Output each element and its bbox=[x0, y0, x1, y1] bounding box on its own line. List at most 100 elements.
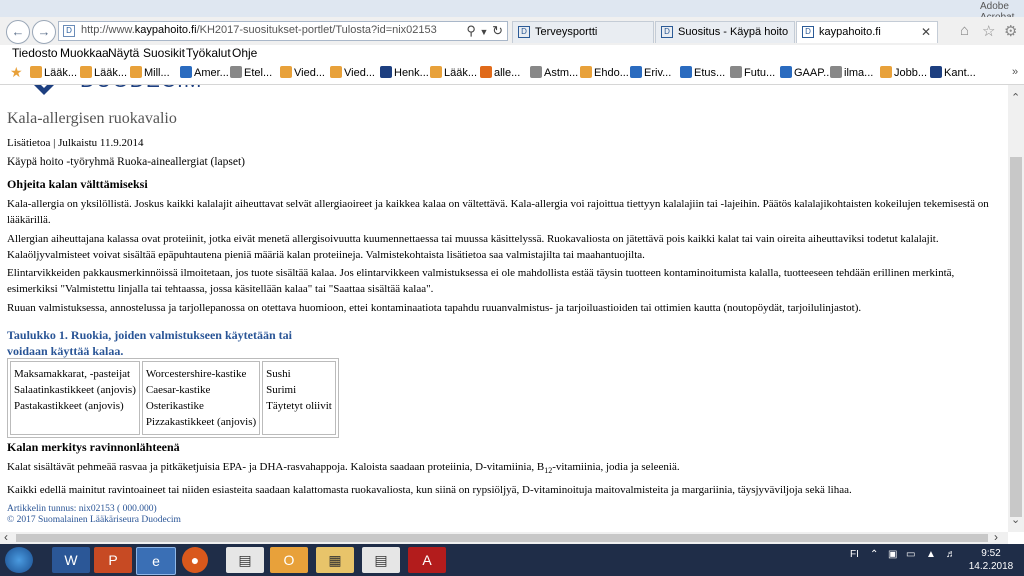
dropdown-arrow-icon[interactable]: ▼ bbox=[480, 27, 489, 37]
table-cell-item: Caesar-kastike bbox=[145, 384, 211, 396]
settings-gear-icon[interactable]: ⚙ bbox=[1004, 22, 1017, 40]
outlook-app-icon[interactable]: O bbox=[270, 547, 308, 573]
menu-favorites[interactable]: Suosikit bbox=[143, 46, 185, 60]
close-tab-icon[interactable]: ✕ bbox=[921, 25, 931, 39]
favorite-item[interactable]: Lääk... bbox=[30, 66, 77, 79]
back-button[interactable]: ← bbox=[6, 20, 30, 44]
word-app-icon[interactable]: W bbox=[52, 547, 90, 573]
address-url: http://www.kaypahoito.fi/KH2017-suosituk… bbox=[81, 24, 437, 36]
favorite-item[interactable]: Lääk... bbox=[80, 66, 127, 79]
tab-favicon-icon: D bbox=[518, 26, 530, 38]
favorites-overflow-icon[interactable]: » bbox=[1012, 66, 1018, 78]
table-cell-item: Täytetyt oliivit bbox=[266, 400, 332, 412]
tab-kaypahoito[interactable]: D kaypahoito.fi ✕ bbox=[796, 21, 938, 43]
table-cell-item: Surimi bbox=[266, 384, 297, 396]
favorite-site-icon bbox=[180, 66, 192, 78]
volume-icon[interactable]: ♬ bbox=[946, 549, 956, 560]
favorite-label: Futu... bbox=[744, 67, 776, 79]
favorite-item[interactable]: Eriv... bbox=[630, 66, 671, 79]
favorite-item[interactable]: ilma... bbox=[830, 66, 873, 79]
file-explorer-app-icon[interactable]: ▦ bbox=[316, 547, 354, 573]
menu-bar: Tiedosto Muokkaa Näytä Suosikit Työkalut… bbox=[0, 45, 1024, 63]
favorite-label: Lääk... bbox=[44, 67, 78, 79]
favorite-item[interactable]: Kant... bbox=[930, 66, 976, 79]
firefox-app-icon[interactable]: ● bbox=[182, 547, 208, 573]
favorite-item[interactable]: Ehdo... bbox=[580, 66, 629, 79]
menu-file[interactable]: Tiedosto bbox=[12, 46, 58, 60]
network-icon[interactable]: ▲ bbox=[926, 549, 936, 560]
copyright: © 2017 Suomalainen Lääkäriseura Duodecim bbox=[7, 515, 181, 525]
add-favorite-star-icon[interactable]: ★ bbox=[10, 64, 23, 81]
scroll-down-icon[interactable]: ⌄ bbox=[1011, 513, 1020, 526]
scroll-up-icon[interactable]: ⌃ bbox=[1011, 91, 1020, 104]
tab-favicon-icon: D bbox=[802, 26, 814, 38]
refresh-icon[interactable]: ↻ bbox=[492, 23, 503, 38]
fish-foods-table: Maksamakkarat, -pasteijat Salaatinkastikk… bbox=[7, 358, 339, 438]
section-heading-nutrition: Kalan merkitys ravinnonlähteenä bbox=[7, 440, 180, 454]
paragraph-4: Ruuan valmistuksessa, annostelussa ja ta… bbox=[7, 302, 862, 314]
table-cell-item: Maksamakkarat, -pasteijat bbox=[14, 368, 131, 380]
show-hidden-icons-icon[interactable]: ⌃ bbox=[870, 549, 878, 560]
favorite-item[interactable]: Vied... bbox=[330, 66, 375, 79]
working-group: Käypä hoito -työryhmä Ruoka-aineallergia… bbox=[7, 156, 246, 168]
favorites-star-icon[interactable]: ☆ bbox=[982, 22, 995, 40]
menu-view[interactable]: Näytä bbox=[108, 46, 139, 60]
table-cell-item: Pastakastikkeet (anjovis) bbox=[14, 400, 124, 412]
favorite-label: Etus... bbox=[694, 67, 726, 79]
favorite-item[interactable]: alle... bbox=[480, 66, 520, 79]
notepad-app-icon[interactable]: ▤ bbox=[362, 547, 400, 573]
favorite-site-icon bbox=[130, 66, 142, 78]
horizontal-scroll-thumb[interactable] bbox=[16, 534, 988, 542]
favorite-item[interactable]: GAAP... bbox=[780, 66, 832, 79]
favorite-item[interactable]: Henk... bbox=[380, 66, 429, 79]
forward-button[interactable]: → bbox=[32, 20, 56, 44]
documents-app-icon[interactable]: ▤ bbox=[226, 547, 264, 573]
more-info-link[interactable]: Lisätietoa | Julkaistu 11.9.2014 bbox=[7, 137, 144, 149]
favorite-site-icon bbox=[330, 66, 342, 78]
scroll-right-icon[interactable]: › bbox=[994, 530, 998, 544]
favorite-label: Mill... bbox=[144, 67, 170, 79]
table-cell: Maksamakkarat, -pasteijat Salaatinkastikk… bbox=[10, 361, 140, 435]
favorite-label: ilma... bbox=[844, 67, 874, 79]
favorite-item[interactable]: Jobb... bbox=[880, 66, 927, 79]
favorites-bar: ★ Lääk... Lääk... Mill... Amer... Etel... Vie… bbox=[0, 63, 1024, 85]
tray-app-icon[interactable]: ▣ bbox=[888, 549, 897, 560]
menu-edit[interactable]: Muokkaa bbox=[60, 46, 109, 60]
favorite-label: Eriv... bbox=[644, 67, 672, 79]
start-button[interactable] bbox=[5, 547, 33, 573]
favorite-label: Jobb... bbox=[894, 67, 928, 79]
tab-suositus[interactable]: D Suositus - Käypä hoito bbox=[655, 21, 795, 43]
favorite-item[interactable]: Etel... bbox=[230, 66, 272, 79]
page-content: DUODECIM Kala-allergisen ruokavalio Lisä… bbox=[0, 85, 1008, 532]
home-icon[interactable]: ⌂ bbox=[960, 22, 969, 39]
menu-tools[interactable]: Työkalut bbox=[186, 46, 231, 60]
display-icon[interactable]: ▭ bbox=[906, 549, 915, 560]
powerpoint-app-icon[interactable]: P bbox=[94, 547, 132, 573]
favorite-site-icon bbox=[880, 66, 892, 78]
vertical-scrollbar[interactable]: ⌃ ⌄ bbox=[1008, 85, 1024, 532]
internet-explorer-app-icon[interactable]: e bbox=[136, 547, 176, 575]
window-title-bar: Adobe Acrobat Reader DC bbox=[0, 0, 1024, 45]
favorite-item[interactable]: Mill... bbox=[130, 66, 170, 79]
favorite-item[interactable]: Astm... bbox=[530, 66, 578, 79]
favorite-label: Henk... bbox=[394, 67, 429, 79]
menu-help[interactable]: Ohje bbox=[232, 46, 257, 60]
favorite-item[interactable]: Etus... bbox=[680, 66, 725, 79]
tab-terveysportti[interactable]: D Terveysportti bbox=[512, 21, 654, 43]
table-cell-item: Pizzakastikkeet (anjovis) bbox=[145, 416, 257, 428]
search-icon[interactable]: ⚲ bbox=[466, 23, 476, 38]
acrobat-reader-app-icon[interactable]: A bbox=[408, 547, 446, 573]
table-cell-item: Salaatinkastikkeet (anjovis) bbox=[14, 384, 136, 396]
favorite-site-icon bbox=[580, 66, 592, 78]
language-indicator[interactable]: FI bbox=[850, 549, 859, 560]
favorite-item[interactable]: Futu... bbox=[730, 66, 775, 79]
favorite-item[interactable]: Vied... bbox=[280, 66, 325, 79]
favorite-item[interactable]: Lääk... bbox=[430, 66, 477, 79]
favorite-site-icon bbox=[430, 66, 442, 78]
scroll-left-icon[interactable]: ‹ bbox=[4, 530, 8, 544]
address-bar[interactable]: D http://www.kaypahoito.fi/KH2017-suosit… bbox=[58, 21, 508, 41]
clock[interactable]: 9:52 14.2.2018 bbox=[968, 547, 1014, 573]
horizontal-scrollbar[interactable]: ‹ › bbox=[0, 530, 1008, 544]
favorite-item[interactable]: Amer... bbox=[180, 66, 229, 79]
vertical-scroll-thumb[interactable] bbox=[1010, 157, 1022, 517]
